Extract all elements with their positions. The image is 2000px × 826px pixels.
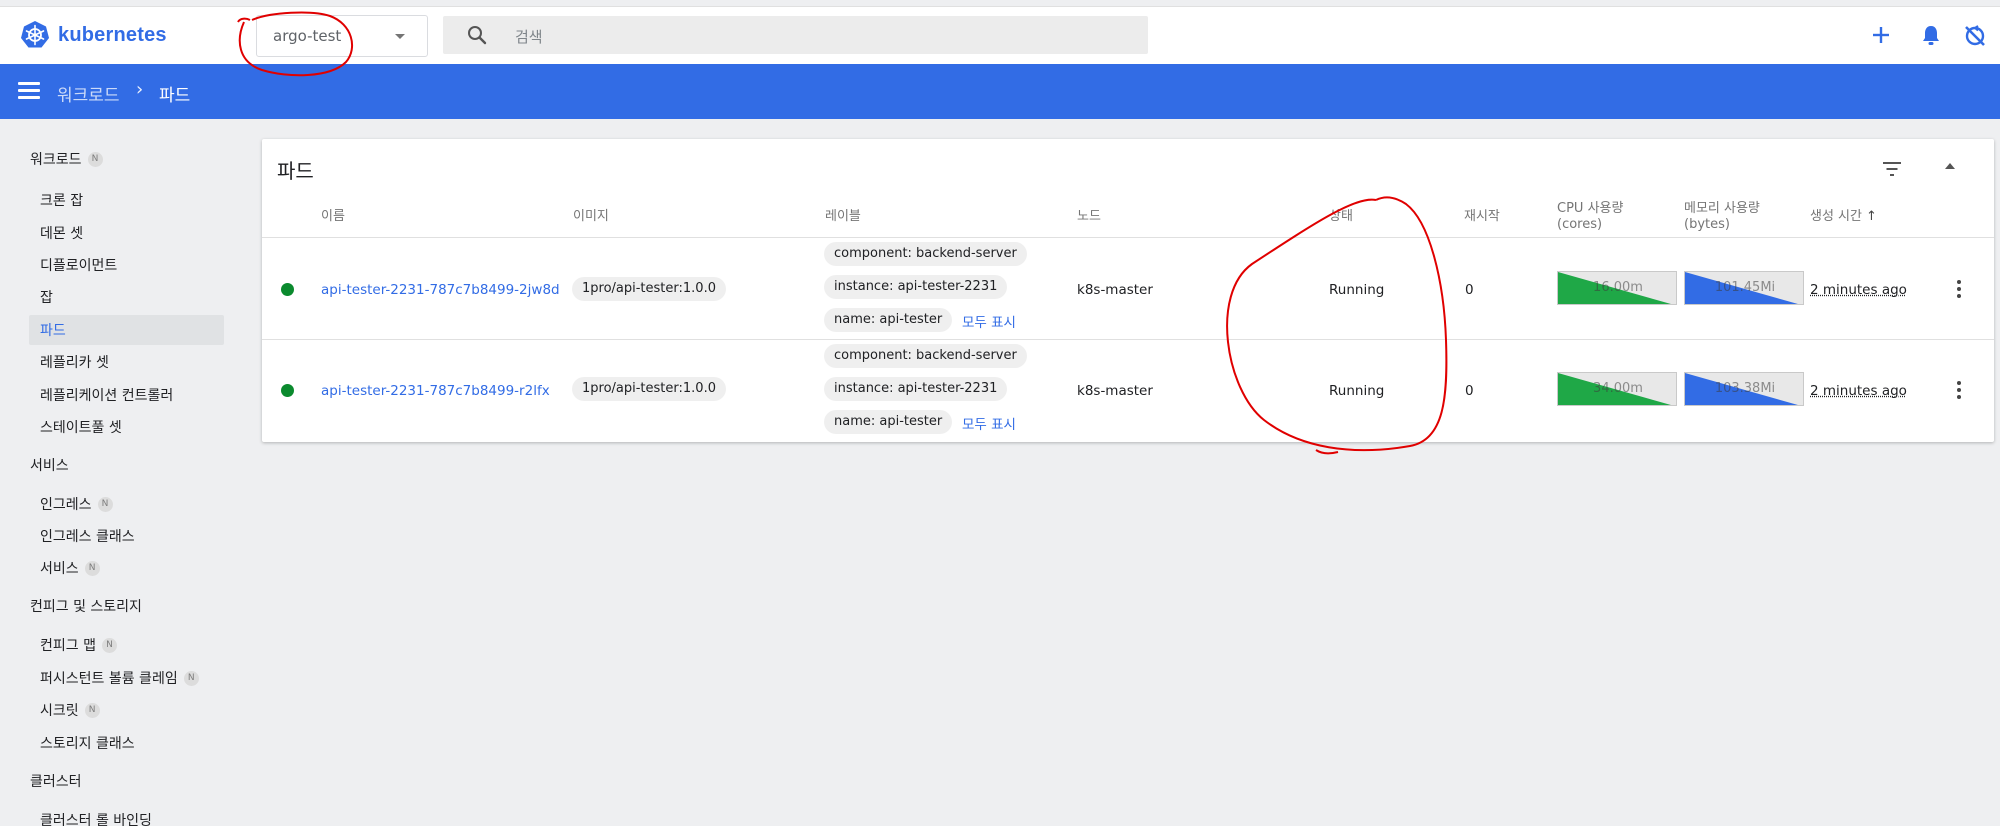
namespaced-badge: N: [97, 496, 113, 512]
kubernetes-helm-icon: [21, 21, 49, 48]
chevron-up-icon[interactable]: [1945, 163, 1955, 169]
memory-usage-value: 101.45Mi: [1714, 280, 1776, 295]
label-chip: component: backend-server: [824, 242, 1027, 266]
sidebar-item-replicasets[interactable]: 레플리카 셋: [40, 352, 109, 372]
more-vert-icon[interactable]: [1957, 381, 1961, 402]
row-divider: [262, 339, 1994, 340]
pods-card: 파드 이름 이미지 레이블 노드 상태 재시작 CPU 사용량 (cores) …: [262, 139, 1994, 442]
sidebar-item-storageclasses[interactable]: 스토리지 클래스: [40, 733, 135, 753]
restarts-cell: 0: [1465, 282, 1474, 298]
plus-icon[interactable]: [1870, 24, 1892, 50]
sidebar-item-pods[interactable]: 파드: [29, 315, 224, 345]
label-chip: name: api-tester: [824, 308, 953, 332]
namespaced-badge: N: [101, 637, 117, 653]
hamburger-icon[interactable]: [18, 82, 40, 100]
created-age[interactable]: 2 minutes ago: [1810, 383, 1907, 399]
namespace-value: argo-test: [273, 27, 342, 45]
image-chip: 1pro/api-tester:1.0.0: [572, 377, 726, 401]
label-chip: instance: api-tester-2231: [824, 275, 1008, 299]
sidebar-item-cronjobs[interactable]: 크론 잡: [40, 190, 83, 210]
breadcrumb-parent[interactable]: 워크로드: [57, 81, 120, 106]
status-cell: Running: [1329, 282, 1385, 298]
pod-name-link[interactable]: api-tester-2231-787c7b8499-2jw8d: [321, 282, 560, 298]
column-header-image: 이미지: [573, 209, 609, 224]
column-header-name[interactable]: 이름: [321, 209, 345, 225]
breadcrumb-current: 파드: [159, 86, 191, 106]
sidebar-section-config-storage[interactable]: 컨피그 및 스토리지: [30, 596, 142, 616]
card-title: 파드: [277, 159, 314, 183]
header-divider: [262, 237, 1994, 238]
cpu-usage-value: 16.00m: [1593, 280, 1643, 295]
sidebar: 워크로드 N 크론 잡 데몬 셋 디플로이먼트 잡 파드 레플리카 셋 레플리케…: [0, 119, 240, 826]
sidebar-section-cluster[interactable]: 클러스터: [30, 771, 82, 791]
cpu-usage-sparkline: 16.00m: [1557, 271, 1677, 305]
memory-usage-sparkline: 101.45Mi: [1684, 271, 1804, 305]
search-icon: [468, 26, 487, 45]
column-header-status[interactable]: 상태: [1329, 209, 1353, 225]
restarts-cell: 0: [1465, 383, 1474, 399]
more-vert-icon[interactable]: [1957, 280, 1961, 301]
label-chip: instance: api-tester-2231: [824, 377, 1008, 401]
namespaced-badge: N: [84, 702, 100, 718]
sync-disabled-icon[interactable]: [1963, 24, 1987, 52]
sidebar-item-ingressclasses[interactable]: 인그레스 클래스: [40, 526, 135, 546]
sidebar-item-secrets[interactable]: 시크릿 N: [40, 700, 100, 720]
sidebar-item-deployments[interactable]: 디플로이먼트: [40, 255, 117, 275]
sidebar-item-jobs[interactable]: 잡: [40, 287, 53, 307]
search-bar[interactable]: 검색: [443, 16, 1148, 54]
cpu-usage-value: 34.00m: [1593, 381, 1643, 396]
search-input[interactable]: 검색: [515, 26, 543, 47]
sidebar-section-workloads[interactable]: 워크로드 N: [30, 149, 103, 169]
sidebar-item-pvcs[interactable]: 퍼시스턴트 볼륨 클레임 N: [40, 668, 199, 688]
app-title: kubernetes: [58, 23, 167, 46]
sidebar-item-configmaps[interactable]: 컨피그 맵 N: [40, 635, 117, 655]
node-cell: k8s-master: [1077, 282, 1153, 298]
sidebar-item-ingresses[interactable]: 인그레스 N: [40, 494, 113, 514]
bell-icon[interactable]: [1920, 24, 1942, 50]
column-header-labels: 레이블: [825, 209, 861, 224]
sidebar-section-services[interactable]: 서비스: [30, 455, 69, 475]
namespace-select[interactable]: argo-test: [256, 15, 428, 57]
namespaced-badge: N: [183, 670, 199, 686]
column-header-cpu[interactable]: CPU 사용량 (cores): [1557, 201, 1623, 233]
column-header-restarts[interactable]: 재시작: [1464, 209, 1500, 225]
sidebar-item-replicationcontrollers[interactable]: 레플리케이션 컨트롤러: [40, 385, 173, 405]
dropdown-caret-icon: [395, 34, 405, 39]
status-cell: Running: [1329, 383, 1385, 399]
sidebar-item-daemonsets[interactable]: 데몬 셋: [40, 223, 83, 243]
logo[interactable]: kubernetes: [20, 20, 167, 50]
image-chip: 1pro/api-tester:1.0.0: [572, 277, 726, 301]
sort-arrow-up-icon: ↑: [1865, 209, 1877, 224]
memory-usage-sparkline: 103.38Mi: [1684, 372, 1804, 406]
top-bar: kubernetes argo-test 검색: [0, 6, 2000, 64]
cpu-usage-sparkline: 34.00m: [1557, 372, 1677, 406]
sidebar-item-services[interactable]: 서비스 N: [40, 558, 100, 578]
column-header-memory[interactable]: 메모리 사용량 (bytes): [1684, 201, 1760, 233]
label-chip: name: api-tester: [824, 410, 953, 434]
show-all-labels-link[interactable]: 모두 표시: [962, 413, 1016, 433]
label-chip: component: backend-server: [824, 344, 1027, 368]
sidebar-item-statefulsets[interactable]: 스테이트풀 셋: [40, 417, 122, 437]
status-running-icon: [281, 283, 294, 296]
status-running-icon: [281, 384, 294, 397]
breadcrumb-separator: ›: [136, 79, 144, 100]
pod-name-link[interactable]: api-tester-2231-787c7b8499-r2lfx: [321, 383, 550, 399]
show-all-labels-link[interactable]: 모두 표시: [962, 311, 1016, 331]
namespaced-badge: N: [87, 151, 103, 167]
memory-usage-value: 103.38Mi: [1714, 381, 1776, 396]
column-header-node[interactable]: 노드: [1077, 209, 1101, 225]
column-header-created[interactable]: 생성 시간 ↑: [1810, 209, 1877, 225]
filter-icon[interactable]: [1882, 161, 1902, 177]
node-cell: k8s-master: [1077, 383, 1153, 399]
namespaced-badge: N: [84, 560, 100, 576]
breadcrumb-bar: 워크로드 › 파드: [0, 64, 2000, 119]
sidebar-item-clusterrolebindings[interactable]: 클러스터 롤 바인딩: [40, 810, 152, 826]
created-age[interactable]: 2 minutes ago: [1810, 282, 1907, 298]
